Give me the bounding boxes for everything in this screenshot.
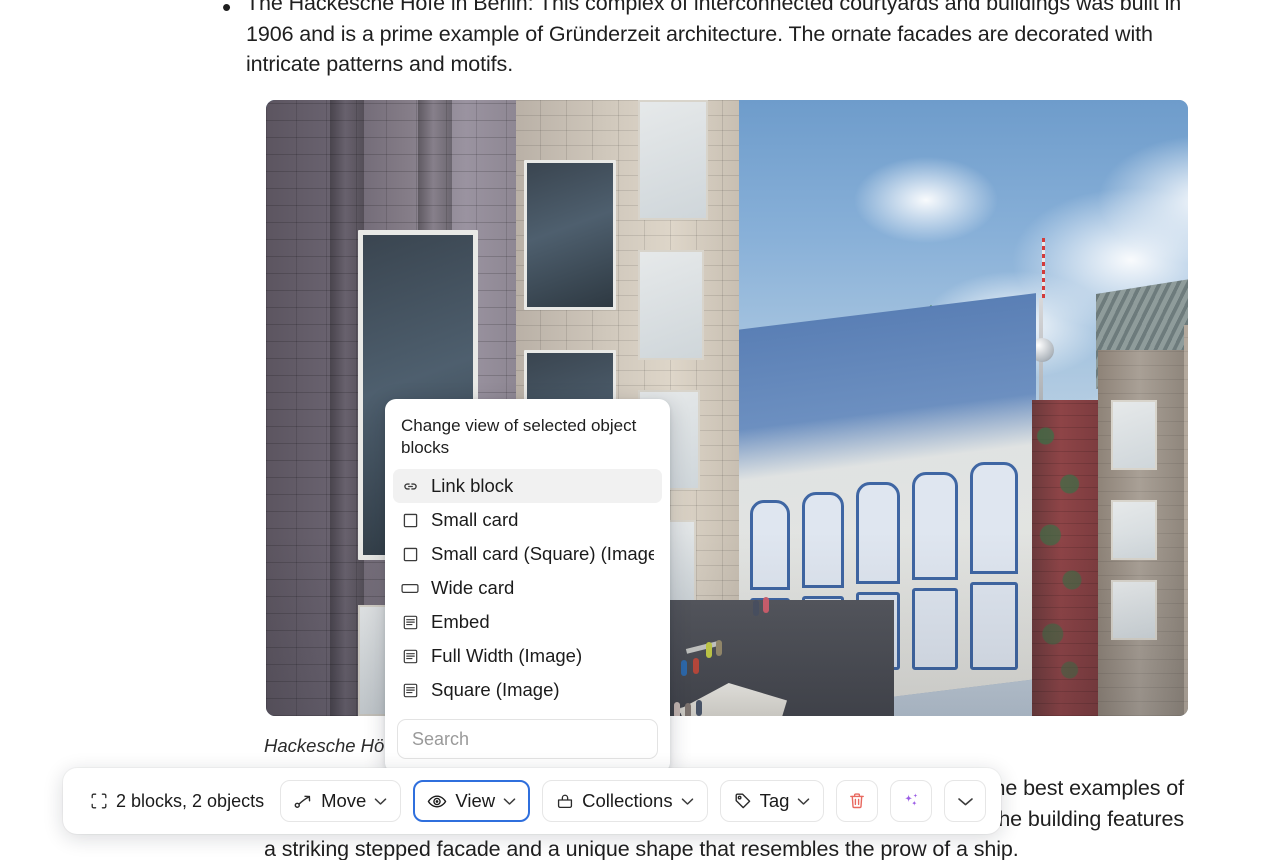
menu-item-wide-card[interactable]: Wide card bbox=[393, 571, 662, 605]
menu-item-embed[interactable]: Embed bbox=[393, 605, 662, 639]
bullet-list-item: • The Hackesche Höfe in Berlin: This com… bbox=[222, 0, 1182, 80]
move-button[interactable]: Move bbox=[280, 780, 401, 822]
delete-button[interactable] bbox=[836, 780, 878, 822]
menu-item-label: Link block bbox=[431, 475, 513, 497]
link-icon bbox=[401, 477, 419, 495]
menu-search-container bbox=[385, 713, 670, 773]
paragraph-line-3: a striking stepped facade and a unique s… bbox=[264, 834, 1184, 860]
ivy-growth bbox=[1036, 400, 1084, 700]
menu-header: Change view of selected object blocks bbox=[385, 399, 670, 467]
square-outline-icon bbox=[401, 545, 419, 563]
menu-item-small-card[interactable]: Small card bbox=[393, 503, 662, 537]
menu-item-label: Small card bbox=[431, 509, 518, 531]
menu-item-small-card-square-image[interactable]: Small card (Square) (Image bbox=[393, 537, 662, 571]
dashed-selection-icon bbox=[91, 793, 107, 809]
chevron-down-icon bbox=[957, 796, 974, 807]
search-input[interactable] bbox=[397, 719, 658, 759]
ai-button[interactable] bbox=[890, 780, 932, 822]
square-outline-icon bbox=[401, 511, 419, 529]
menu-item-label: Wide card bbox=[431, 577, 514, 599]
far-right-building-block bbox=[1184, 325, 1188, 716]
collections-icon bbox=[556, 793, 574, 810]
menu-item-label: Square (Image) bbox=[431, 679, 560, 701]
move-button-label: Move bbox=[321, 790, 366, 812]
collections-button-label: Collections bbox=[582, 790, 673, 812]
menu-item-label: Full Width (Image) bbox=[431, 645, 582, 667]
sparkles-icon bbox=[901, 791, 921, 811]
trash-icon bbox=[848, 792, 866, 810]
chevron-down-icon bbox=[503, 797, 516, 806]
menu-item-full-width-image[interactable]: Full Width (Image) bbox=[393, 639, 662, 673]
wide-rect-icon bbox=[401, 579, 419, 597]
bullet-marker: • bbox=[222, 0, 246, 22]
selection-count: 2 blocks, 2 objects bbox=[78, 791, 268, 812]
tag-icon bbox=[734, 792, 752, 810]
view-dropdown-menu[interactable]: Change view of selected object blocks Li… bbox=[385, 399, 670, 773]
tag-button-label: Tag bbox=[760, 790, 790, 812]
move-arrow-icon bbox=[294, 793, 313, 810]
chevron-down-icon bbox=[797, 797, 810, 806]
eye-icon bbox=[427, 793, 447, 810]
view-button[interactable]: View bbox=[413, 780, 530, 822]
menu-item-label: Small card (Square) (Image bbox=[431, 543, 654, 565]
chevron-down-icon bbox=[374, 797, 387, 806]
menu-item-square-image[interactable]: Square (Image) bbox=[393, 673, 662, 707]
embed-lines-icon bbox=[401, 647, 419, 665]
bullet-text: The Hackesche Höfe in Berlin: This compl… bbox=[246, 0, 1182, 80]
more-button[interactable] bbox=[944, 780, 986, 822]
view-button-label: View bbox=[455, 790, 495, 812]
image-caption: Hackesche Hö bbox=[264, 735, 384, 757]
menu-item-label: Embed bbox=[431, 611, 490, 633]
selection-toolbar: 2 blocks, 2 objects Move bbox=[63, 768, 1001, 834]
selection-count-label: 2 blocks, 2 objects bbox=[116, 791, 264, 812]
menu-item-link-block[interactable]: Link block bbox=[393, 469, 662, 503]
collections-button[interactable]: Collections bbox=[542, 780, 708, 822]
tag-button[interactable]: Tag bbox=[720, 780, 825, 822]
app-page: • The Hackesche Höfe in Berlin: This com… bbox=[0, 0, 1280, 860]
menu-item-list: Link block Small card Small card (Square… bbox=[385, 467, 670, 713]
chevron-down-icon bbox=[681, 797, 694, 806]
embed-lines-icon bbox=[401, 681, 419, 699]
tv-tower-needle bbox=[1042, 238, 1045, 298]
embed-lines-icon bbox=[401, 613, 419, 631]
